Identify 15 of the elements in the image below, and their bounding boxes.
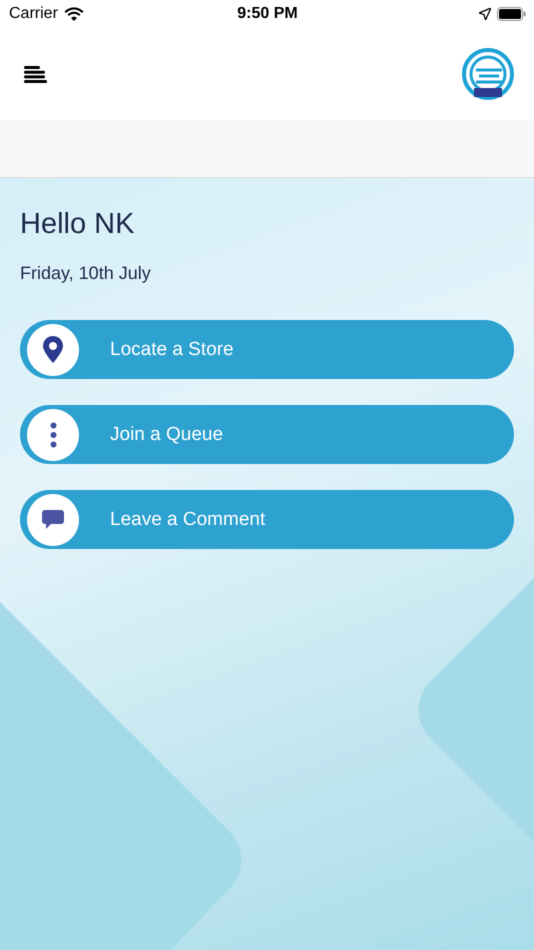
vertical-dots-icon	[50, 422, 56, 448]
location-pin-icon	[43, 336, 63, 363]
wifi-icon	[64, 7, 84, 21]
battery-icon	[497, 7, 526, 21]
location-arrow-icon	[479, 8, 491, 20]
logo-icon	[462, 48, 514, 100]
action-button[interactable]: Locate a Store	[20, 320, 514, 379]
speech-bubble-icon	[42, 510, 64, 530]
date-label: Friday, 10th July	[20, 263, 152, 284]
greeting-heading: Hello NK	[20, 208, 136, 241]
menu-icon[interactable]	[24, 66, 47, 82]
carrier-label: Carrier	[9, 5, 58, 23]
action-button[interactable]: Leave a Comment	[20, 490, 514, 549]
status-time: 9:50 PM	[237, 5, 298, 23]
action-button[interactable]: Join a Queue	[20, 405, 514, 464]
